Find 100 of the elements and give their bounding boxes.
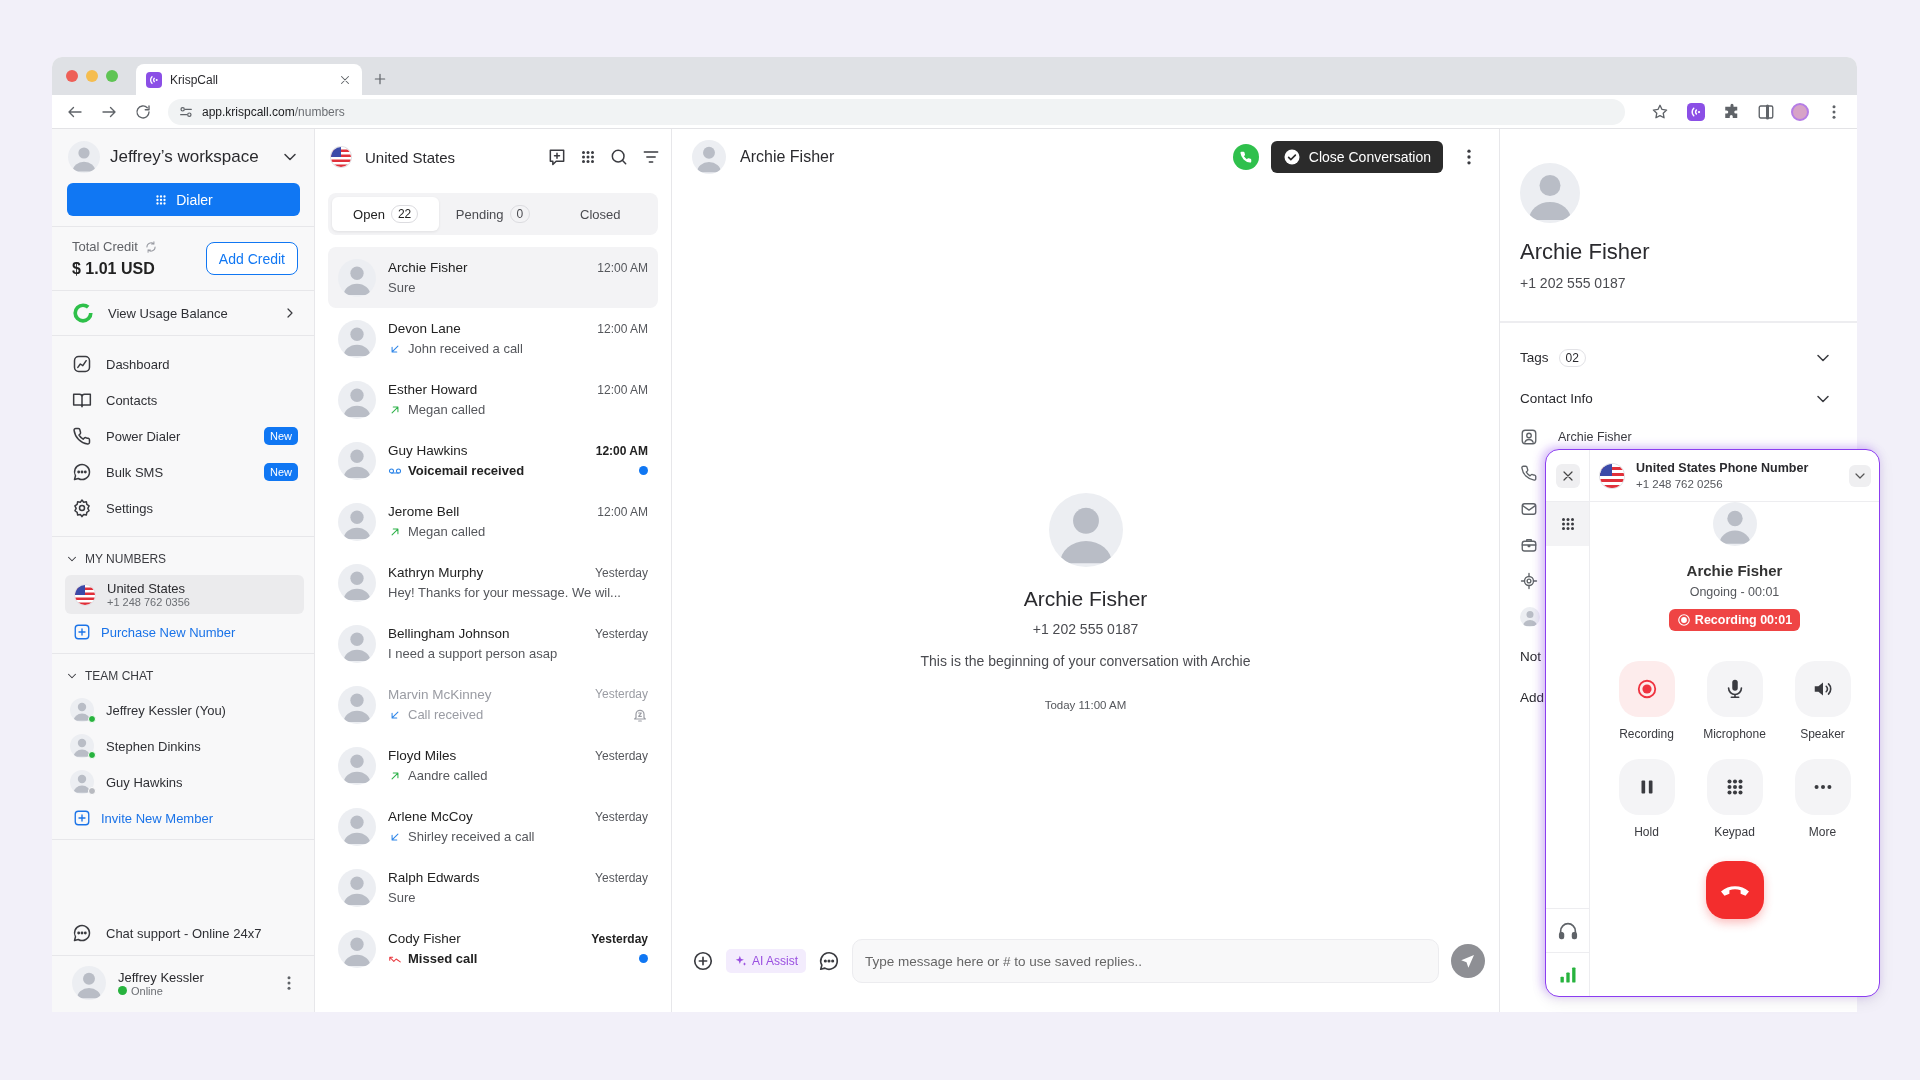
avatar [338,685,376,724]
conversation-time: Yesterday [595,748,648,763]
contact-name: Archie Fisher [1520,239,1651,265]
recording-badge: Recording 00:01 [1668,609,1801,631]
plus-square-icon [73,623,91,641]
conversation-item[interactable]: Esther Howard 12:00 AM Megan called [328,369,658,430]
keypad-icon[interactable] [1706,759,1763,815]
nav-item[interactable]: Power Dialer [106,428,250,444]
search-icon[interactable] [609,147,629,167]
chat-bubble-icon [72,462,92,482]
message-preview: Sure [388,890,416,905]
conversation-time: 12:00 AM [595,443,648,458]
conversation-tab[interactable]: Closed [546,197,654,231]
address-bar[interactable]: app.krispcall.com/numbers [168,98,1625,125]
control-label: Speaker [1800,727,1845,741]
contact-name-value: Archie Fisher [1558,430,1632,444]
contact-name: Cody Fisher [388,931,461,946]
contact-name: Esther Howard [388,382,478,397]
close-conversation-button[interactable]: Close Conversation [1270,141,1443,173]
keypad-icon[interactable] [579,148,597,166]
conversation-item[interactable]: Floyd Miles Yesterday Aandre called [328,735,658,796]
hang-up-button[interactable] [1705,861,1764,919]
saved-replies-icon[interactable] [818,950,840,972]
nav-item[interactable]: Dashboard [106,356,298,372]
member-name[interactable]: Jeffrey Kessler (You) [106,702,226,718]
invite-member-link[interactable]: Invite New Member [101,810,213,826]
control-label: Microphone [1703,727,1766,741]
flag-icon [1600,463,1624,488]
contact-name: Devon Lane [388,321,461,336]
close-window-button[interactable] [66,70,78,82]
phone-number: +1 248 762 0356 [107,596,190,608]
speaker-icon[interactable] [1794,661,1851,717]
avatar [338,929,376,968]
conversation-time: 12:00 AM [597,321,648,336]
hang-up-icon [1720,884,1749,896]
conversation-item[interactable]: Cody Fisher Yesterday Missed call [328,918,658,979]
new-chat-icon[interactable] [547,147,567,167]
close-button[interactable] [1555,463,1580,488]
conversation-item[interactable]: Jerome Bell 12:00 AM Megan called [328,491,658,552]
credit-amount: $ 1.01 USD [72,260,156,278]
avatar [72,966,106,1000]
conversation-item[interactable]: Archie Fisher 12:00 AM Sure [328,247,658,308]
message-preview: John received a call [408,341,523,356]
message-preview: Voicemail received [408,463,525,478]
conversation-item[interactable]: Ralph Edwards Yesterday Sure [328,857,658,918]
chat-support-link[interactable]: Chat support - Online 24x7 [106,925,262,941]
extension-icon[interactable] [1685,100,1707,123]
avatar [1520,607,1540,627]
conversation-time: Yesterday [595,565,648,580]
record-icon[interactable] [1618,661,1675,717]
chat-bubble-icon [72,923,92,943]
conversation-item[interactable]: Bellingham Johnson Yesterday I need a support person asap [328,613,658,674]
conversation-item[interactable]: Arlene McCoy Yesterday Shirley received a call [328,796,658,857]
pause-icon[interactable] [1618,759,1675,815]
message-preview: Megan called [408,524,486,539]
message-preview: Shirley received a call [408,829,535,844]
conversation-item[interactable]: Devon Lane 12:00 AM John received a call [328,308,658,369]
workspace-name[interactable]: Jeffrey’s workspace [110,147,270,167]
message-preview: Hey! Thanks for your message. We wil... [388,585,621,600]
member-name[interactable]: Stephen Dinkins [106,738,201,754]
reload-icon[interactable] [134,102,152,121]
message-input[interactable]: Type message here or # to use saved replies.. [852,939,1439,983]
user-name: Jeffrey Kessler [118,969,204,985]
message-preview: I need a support person asap [388,646,558,661]
conversation-item[interactable]: Guy Hawkins 12:00 AM Voicemail received [328,430,658,491]
send-icon [1459,952,1477,970]
nav-item[interactable]: Contacts [106,392,298,408]
browser-tab[interactable]: KrispCall [136,64,362,95]
conversation-item[interactable]: Kathryn Murphy Yesterday Hey! Thanks for your message. We wil... [328,552,658,613]
contact-phone: +1 202 555 0187 [1032,620,1139,637]
conversation-tab[interactable]: Pending 0 [439,197,547,231]
ai-assist-button[interactable]: AI Assist [726,949,806,973]
send-button[interactable] [1451,944,1485,978]
profile-avatar[interactable] [1791,102,1809,121]
usage-balance-row[interactable]: View Usage Balance [52,291,314,336]
avatar [338,563,376,602]
contact-name: Ralph Edwards [388,870,480,885]
briefcase-icon [1520,536,1538,554]
add-credit-button[interactable]: Add Credit [205,242,298,275]
conversation-time: Yesterday [595,687,648,701]
conversation-tab[interactable]: Open 22 [332,197,440,231]
microphone-icon[interactable] [1706,661,1763,717]
nav-item[interactable]: Settings [106,500,298,516]
dialer-button[interactable]: Dialer [67,183,300,216]
add-icon[interactable] [692,950,714,972]
side-panel-icon[interactable] [1757,102,1775,121]
number-item[interactable]: United States +1 248 762 0356 [65,575,304,614]
section-heading: MY NUMBERS [85,552,167,566]
contact-name: Archie Fisher [1023,586,1148,611]
phone-icon [72,426,92,446]
member-name[interactable]: Guy Hawkins [106,774,183,790]
tags-label: Tags [1520,350,1549,365]
conversation-time: 12:00 AM [597,504,648,519]
keypad-icon [154,192,169,207]
section-heading: TEAM CHAT [85,669,154,683]
conversation-time: Yesterday [595,809,648,824]
contact-name: Jerome Bell [388,504,460,519]
purchase-number-link[interactable]: Purchase New Number [101,624,236,640]
star-icon[interactable] [1651,102,1669,121]
nav-item[interactable]: Bulk SMS [106,464,250,480]
